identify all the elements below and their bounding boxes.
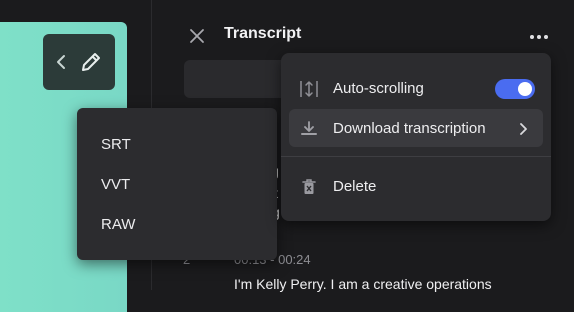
format-option-raw[interactable]: RAW	[101, 216, 135, 233]
delete-label: Delete	[333, 178, 377, 195]
download-format-menu: SRT VVT RAW	[77, 108, 277, 260]
format-option-srt[interactable]: SRT	[101, 136, 131, 153]
download-transcription-label: Download transcription	[333, 120, 486, 137]
search-bar[interactable]	[184, 60, 294, 98]
auto-scrolling-toggle[interactable]	[495, 79, 535, 99]
close-icon[interactable]	[188, 27, 206, 45]
toggle-knob	[518, 82, 532, 96]
chevron-right-icon	[517, 121, 529, 135]
auto-scroll-icon	[299, 79, 319, 99]
download-transcription-item[interactable]: Download transcription	[289, 109, 543, 147]
download-icon	[299, 119, 319, 139]
more-options-icon[interactable]	[524, 27, 554, 47]
trash-icon	[299, 177, 319, 197]
chevron-left-icon[interactable]	[55, 54, 67, 70]
delete-item[interactable]: Delete	[289, 167, 543, 205]
format-option-vvt[interactable]: VVT	[101, 176, 130, 193]
page-title: Transcript	[224, 25, 302, 42]
transcript-header: Transcript	[152, 0, 574, 60]
edit-toolbar	[43, 34, 115, 90]
pencil-icon[interactable]	[79, 50, 103, 74]
menu-divider	[281, 156, 551, 157]
transcript-actions-menu: Auto-scrolling Download transcription De…	[281, 53, 551, 221]
auto-scrolling-item[interactable]: Auto-scrolling	[289, 69, 543, 107]
auto-scrolling-label: Auto-scrolling	[333, 80, 424, 97]
